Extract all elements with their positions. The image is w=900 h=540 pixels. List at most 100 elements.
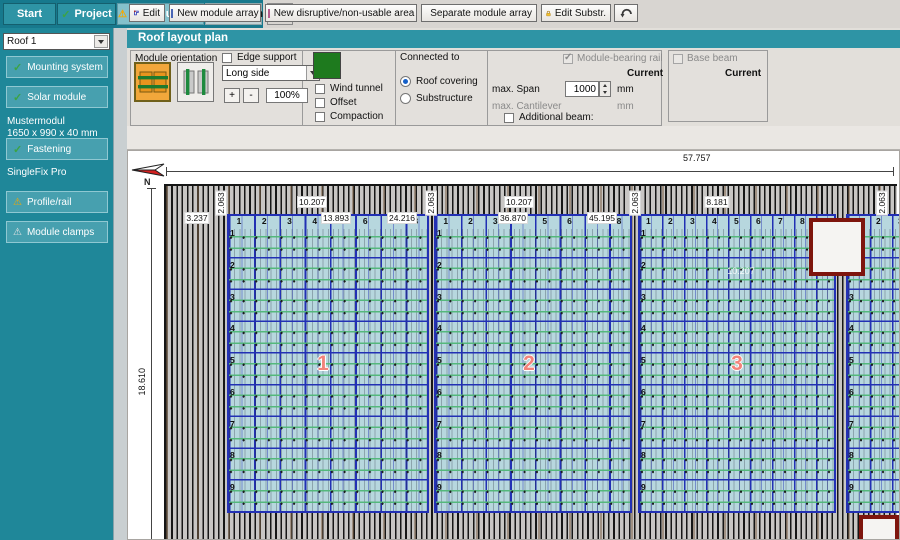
column-number: 1 [443, 217, 448, 226]
edge-support-checkbox[interactable] [222, 53, 232, 63]
warning-icon: ⚠ [13, 227, 22, 238]
orientation-landscape-button[interactable] [134, 62, 171, 102]
max-span-stepper[interactable] [599, 81, 611, 97]
panel-title: Roof layout plan [138, 32, 228, 44]
offset-checkbox[interactable] [315, 98, 325, 108]
canvas[interactable]: N 57.757 18.610 123456781234567891123456… [127, 150, 900, 540]
module-bearing-rail-label: Module-bearing rail [577, 53, 663, 64]
sidebar-item-label: Mounting system [27, 62, 103, 73]
column-number: 2 [668, 217, 673, 226]
splitter[interactable] [113, 28, 127, 540]
base-beam-checkbox [673, 54, 683, 64]
row-number: 7 [849, 420, 854, 429]
row-number: 3 [437, 293, 442, 302]
row-number: 8 [849, 451, 854, 460]
compaction-label: Compaction [330, 111, 383, 122]
row-number: 4 [230, 324, 235, 333]
row-number: 5 [849, 356, 854, 365]
row-number: 9 [849, 483, 854, 492]
zoom-in-label: + [229, 90, 235, 101]
zoom-level-value: 100% [274, 90, 300, 101]
column-number: 1 [237, 217, 242, 226]
orientation-side-select[interactable]: Long side [222, 65, 320, 81]
roof-covering-radio[interactable] [400, 76, 411, 87]
sidebar-item-profile-rail[interactable]: ⚠ Profile/rail [6, 191, 108, 213]
sidebar-item-module-clamps[interactable]: ⚠ Module clamps [6, 221, 108, 243]
row-number: 4 [437, 324, 442, 333]
row-number: 4 [849, 324, 854, 333]
edit-shape-icon [134, 8, 139, 18]
stepper-up-icon[interactable] [600, 82, 610, 89]
sidebar-item-label: Module clamps [27, 227, 94, 238]
separate-module-array-button[interactable]: Separate module array [421, 4, 537, 22]
dimension-label: 10.207 [297, 196, 327, 208]
north-arrow-icon [131, 162, 167, 178]
max-span-input[interactable]: 1000 [565, 81, 599, 97]
sidebar-item-fastening[interactable]: ✓ Fastening [6, 138, 108, 160]
edge-support-label: Edge support [237, 52, 297, 63]
new-disruptive-area-label: New disruptive/non-usable area [274, 8, 415, 19]
compaction-checkbox[interactable] [315, 112, 325, 122]
tab-start[interactable]: Start [3, 3, 56, 25]
chevron-down-icon[interactable] [94, 35, 108, 48]
additional-beam-checkbox[interactable] [504, 113, 514, 123]
new-disruptive-area-button[interactable]: New disruptive/non-usable area [265, 4, 417, 22]
substructure-label: Substructure [416, 93, 473, 104]
column-number: 1 [646, 217, 651, 226]
check-icon: ✓ [13, 61, 22, 74]
dimension-tick [166, 167, 167, 176]
max-cantilever-label: max. Cantilever [492, 101, 561, 112]
edit-button[interactable]: Edit [129, 4, 165, 22]
row-number: 9 [641, 483, 646, 492]
dimension-label: 10.207 [504, 196, 534, 208]
fastening-product: SingleFix Pro [7, 167, 66, 179]
pink-square-icon [268, 9, 270, 18]
lock-icon [546, 8, 551, 19]
stepper-down-icon[interactable] [600, 89, 610, 96]
substructure-radio[interactable] [400, 93, 411, 104]
check-icon: ✓ [13, 143, 22, 156]
dimension-tick [147, 188, 156, 189]
non-usable-area[interactable] [809, 218, 865, 276]
column-number: 6 [756, 217, 761, 226]
new-module-array-button[interactable]: New module array [169, 4, 261, 22]
fastening-info: SingleFix Pro [7, 167, 66, 179]
row-number: 2 [230, 261, 235, 270]
dimension-label: 36.870 [498, 212, 528, 224]
row-number: 1 [641, 229, 646, 238]
tab-project[interactable]: ✓ Project [57, 3, 116, 25]
roof-selector-value: Roof 1 [7, 36, 36, 47]
non-usable-area[interactable] [859, 515, 899, 540]
zoom-out-button[interactable]: - [243, 88, 259, 103]
dimension-label: 3.237 [184, 212, 209, 224]
row-number: 3 [849, 293, 854, 302]
sidebar-item-solar-module[interactable]: ✓ Solar module [6, 86, 108, 108]
current-label: Current [627, 68, 663, 79]
zoom-level-field[interactable]: 100% [266, 88, 308, 103]
dimension-label: 2.063 [629, 190, 641, 215]
array-number-label: 2 [523, 352, 535, 376]
roof-covering-color-swatch[interactable] [313, 52, 341, 79]
roof-covering-label: Roof covering [416, 76, 478, 87]
row-number: 2 [641, 261, 646, 270]
roof-selector[interactable]: Roof 1 [3, 33, 110, 50]
max-span-label: max. Span [492, 84, 540, 95]
wind-tunnel-checkbox[interactable] [315, 84, 325, 94]
new-module-array-label: New module array [177, 8, 258, 19]
zoom-in-button[interactable]: + [224, 88, 240, 103]
row-number: 5 [641, 356, 646, 365]
toolbar-undo-button[interactable] [614, 4, 638, 22]
column-number: 4 [312, 217, 317, 226]
sidebar-item-mounting-system[interactable]: ✓ Mounting system [6, 56, 108, 78]
portrait-modules-icon [181, 69, 211, 95]
column-number: 8 [800, 217, 805, 226]
row-number: 6 [849, 388, 854, 397]
dimension-label: 13.893 [321, 212, 351, 224]
edit-substructure-button[interactable]: Edit Substr. [541, 4, 611, 22]
tab-start-label: Start [17, 8, 42, 20]
blue-square-icon [171, 9, 173, 18]
row-number: 7 [437, 420, 442, 429]
orientation-portrait-button[interactable] [177, 62, 214, 102]
base-beam-current-label: Current [725, 68, 761, 79]
warning-icon: ⚠ [13, 197, 22, 208]
